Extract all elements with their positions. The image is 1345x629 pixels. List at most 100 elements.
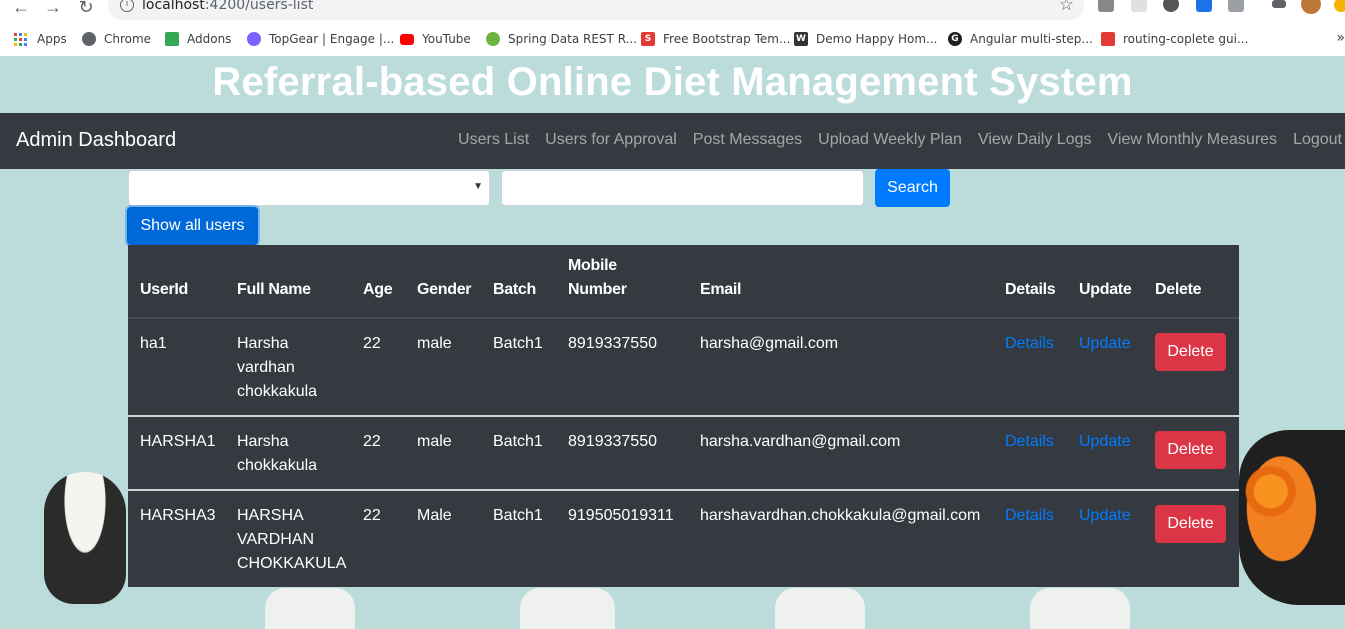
- bookmark-addons[interactable]: Addons: [165, 30, 231, 48]
- bookmark-label: Spring Data REST R...: [508, 32, 638, 46]
- full-name-line: chokkakula: [237, 383, 318, 400]
- nav-users-list[interactable]: Users List: [458, 131, 529, 149]
- rice-decoration: [520, 588, 615, 629]
- bookmark-spring[interactable]: Spring Data REST R...: [486, 30, 637, 48]
- bookmark-topgear[interactable]: TopGear | Engage |...: [247, 30, 394, 48]
- bookmark-label: Angular multi-step...: [970, 32, 1093, 46]
- cell-full-name: Harsha vardhan chokkakula: [237, 332, 317, 404]
- header-batch: Batch: [493, 281, 536, 298]
- bookmark-star-icon[interactable]: ☆: [1059, 0, 1074, 15]
- nav-view-monthly-measures[interactable]: View Monthly Measures: [1108, 131, 1278, 149]
- cell-mobile: 8919337550: [568, 433, 657, 450]
- nav-upload-weekly-plan[interactable]: Upload Weekly Plan: [818, 131, 962, 149]
- header-email: Email: [700, 281, 742, 298]
- cell-gender: male: [417, 335, 452, 352]
- extension-page-icon[interactable]: [1131, 0, 1147, 12]
- bookmarks-overflow-button[interactable]: »: [1336, 30, 1345, 46]
- info-icon[interactable]: i: [120, 0, 134, 12]
- update-link[interactable]: Update: [1079, 332, 1131, 356]
- nav-logout[interactable]: Logout: [1293, 131, 1342, 149]
- puzzle-icon: [165, 32, 179, 46]
- cell-age: 22: [363, 507, 381, 524]
- cell-mobile: 8919337550: [568, 335, 657, 352]
- cell-userid: HARSHA1: [140, 433, 216, 450]
- w3-icon: W: [794, 32, 808, 46]
- bookmark-angular[interactable]: G Angular multi-step...: [948, 30, 1093, 48]
- rice-decoration: [265, 588, 355, 629]
- forward-arrow-icon[interactable]: →: [42, 0, 64, 18]
- cell-email: harshavardhan.chokkakula@gmail.com: [700, 507, 981, 524]
- full-name-line: CHOKKAKULA: [237, 555, 347, 572]
- extension-circle-icon[interactable]: [1163, 0, 1179, 12]
- search-input[interactable]: [501, 170, 864, 206]
- full-name-line: HARSHA: [237, 507, 304, 524]
- full-name-line: chokkakula: [237, 457, 318, 474]
- details-link[interactable]: Details: [1005, 504, 1054, 528]
- reload-icon[interactable]: ↻: [75, 0, 97, 18]
- extension-c-icon[interactable]: [1228, 0, 1244, 12]
- admin-navbar: Admin Dashboard Users List Users for App…: [0, 113, 1345, 169]
- extension-cube-icon[interactable]: [1098, 0, 1114, 12]
- users-table: UserId Full Name Age Gender Batch Mobile…: [128, 245, 1239, 587]
- search-button[interactable]: Search: [875, 169, 950, 207]
- address-row: ← → ↻ i localhost:4200/users-list ☆: [0, 0, 1345, 24]
- address-bar[interactable]: i localhost:4200/users-list ☆: [108, 0, 1084, 20]
- cell-batch: Batch1: [493, 507, 543, 524]
- delete-button[interactable]: Delete: [1155, 505, 1226, 543]
- details-link[interactable]: Details: [1005, 332, 1054, 356]
- cell-age: 22: [363, 335, 381, 352]
- dropdown-caret-icon: ▼: [473, 181, 483, 192]
- cell-age: 22: [363, 433, 381, 450]
- filter-field-select[interactable]: ▼: [128, 170, 490, 206]
- delete-button[interactable]: Delete: [1155, 431, 1226, 469]
- rice-decoration: [775, 588, 865, 629]
- header-full-name: Full Name: [237, 281, 311, 298]
- show-all-users-button[interactable]: Show all users: [127, 207, 258, 245]
- full-name-line: vardhan: [237, 359, 295, 376]
- details-link[interactable]: Details: [1005, 430, 1054, 454]
- header-delete: Delete: [1155, 281, 1202, 298]
- topgear-icon: [247, 32, 261, 46]
- profile-avatar[interactable]: [1301, 0, 1321, 14]
- navbar-brand[interactable]: Admin Dashboard: [16, 129, 176, 152]
- cell-email: harsha.vardhan@gmail.com: [700, 433, 901, 450]
- cell-batch: Batch1: [493, 335, 543, 352]
- bookmark-label: routing-coplete gui...: [1123, 32, 1249, 46]
- table-row: HARSHA1 Harsha chokkakula 22 male Batch1…: [128, 417, 1239, 491]
- extension-blue-icon[interactable]: [1196, 0, 1212, 12]
- bookmark-bootstrap[interactable]: S Free Bootstrap Tem...: [641, 30, 790, 48]
- bookmark-label: Addons: [187, 32, 232, 46]
- cell-userid: ha1: [140, 335, 167, 352]
- bookmark-w3[interactable]: W Demo Happy Hom...: [794, 30, 938, 48]
- bookmarks-bar: Apps Chrome Addons TopGear | Engage |...…: [0, 27, 1345, 51]
- header-update: Update: [1079, 281, 1132, 298]
- nav-users-for-approval[interactable]: Users for Approval: [545, 131, 677, 149]
- cell-full-name: HARSHA VARDHAN CHOKKAKULA: [237, 504, 346, 576]
- rice-decoration: [1030, 588, 1130, 629]
- table-row: HARSHA3 HARSHA VARDHAN CHOKKAKULA 22 Mal…: [128, 491, 1239, 587]
- back-arrow-icon[interactable]: ←: [10, 0, 32, 18]
- cell-batch: Batch1: [493, 433, 543, 450]
- nav-post-messages[interactable]: Post Messages: [693, 131, 802, 149]
- full-name-line: VARDHAN: [237, 531, 315, 548]
- bookmark-youtube[interactable]: YouTube: [400, 30, 471, 48]
- delete-button[interactable]: Delete: [1155, 333, 1226, 371]
- cell-userid: HARSHA3: [140, 507, 216, 524]
- g-logo-icon: G: [948, 32, 962, 46]
- cell-gender: Male: [417, 507, 452, 524]
- url-text: localhost:4200/users-list: [142, 0, 314, 13]
- bookmark-routing[interactable]: routing-coplete gui...: [1101, 30, 1248, 48]
- update-badge-icon[interactable]: [1334, 0, 1345, 12]
- bookmark-chrome[interactable]: Chrome: [82, 30, 151, 48]
- update-link[interactable]: Update: [1079, 504, 1131, 528]
- nav-view-daily-logs[interactable]: View Daily Logs: [978, 131, 1092, 149]
- table-row: ha1 Harsha vardhan chokkakula 22 male Ba…: [128, 319, 1239, 417]
- bookmark-label: YouTube: [422, 32, 471, 46]
- header-details: Details: [1005, 281, 1056, 298]
- bookmark-apps[interactable]: Apps: [14, 30, 67, 48]
- header-age: Age: [363, 281, 393, 298]
- update-link[interactable]: Update: [1079, 430, 1131, 454]
- youtube-icon: [400, 33, 414, 45]
- key-icon[interactable]: [1272, 0, 1286, 8]
- cell-email: harsha@gmail.com: [700, 335, 839, 352]
